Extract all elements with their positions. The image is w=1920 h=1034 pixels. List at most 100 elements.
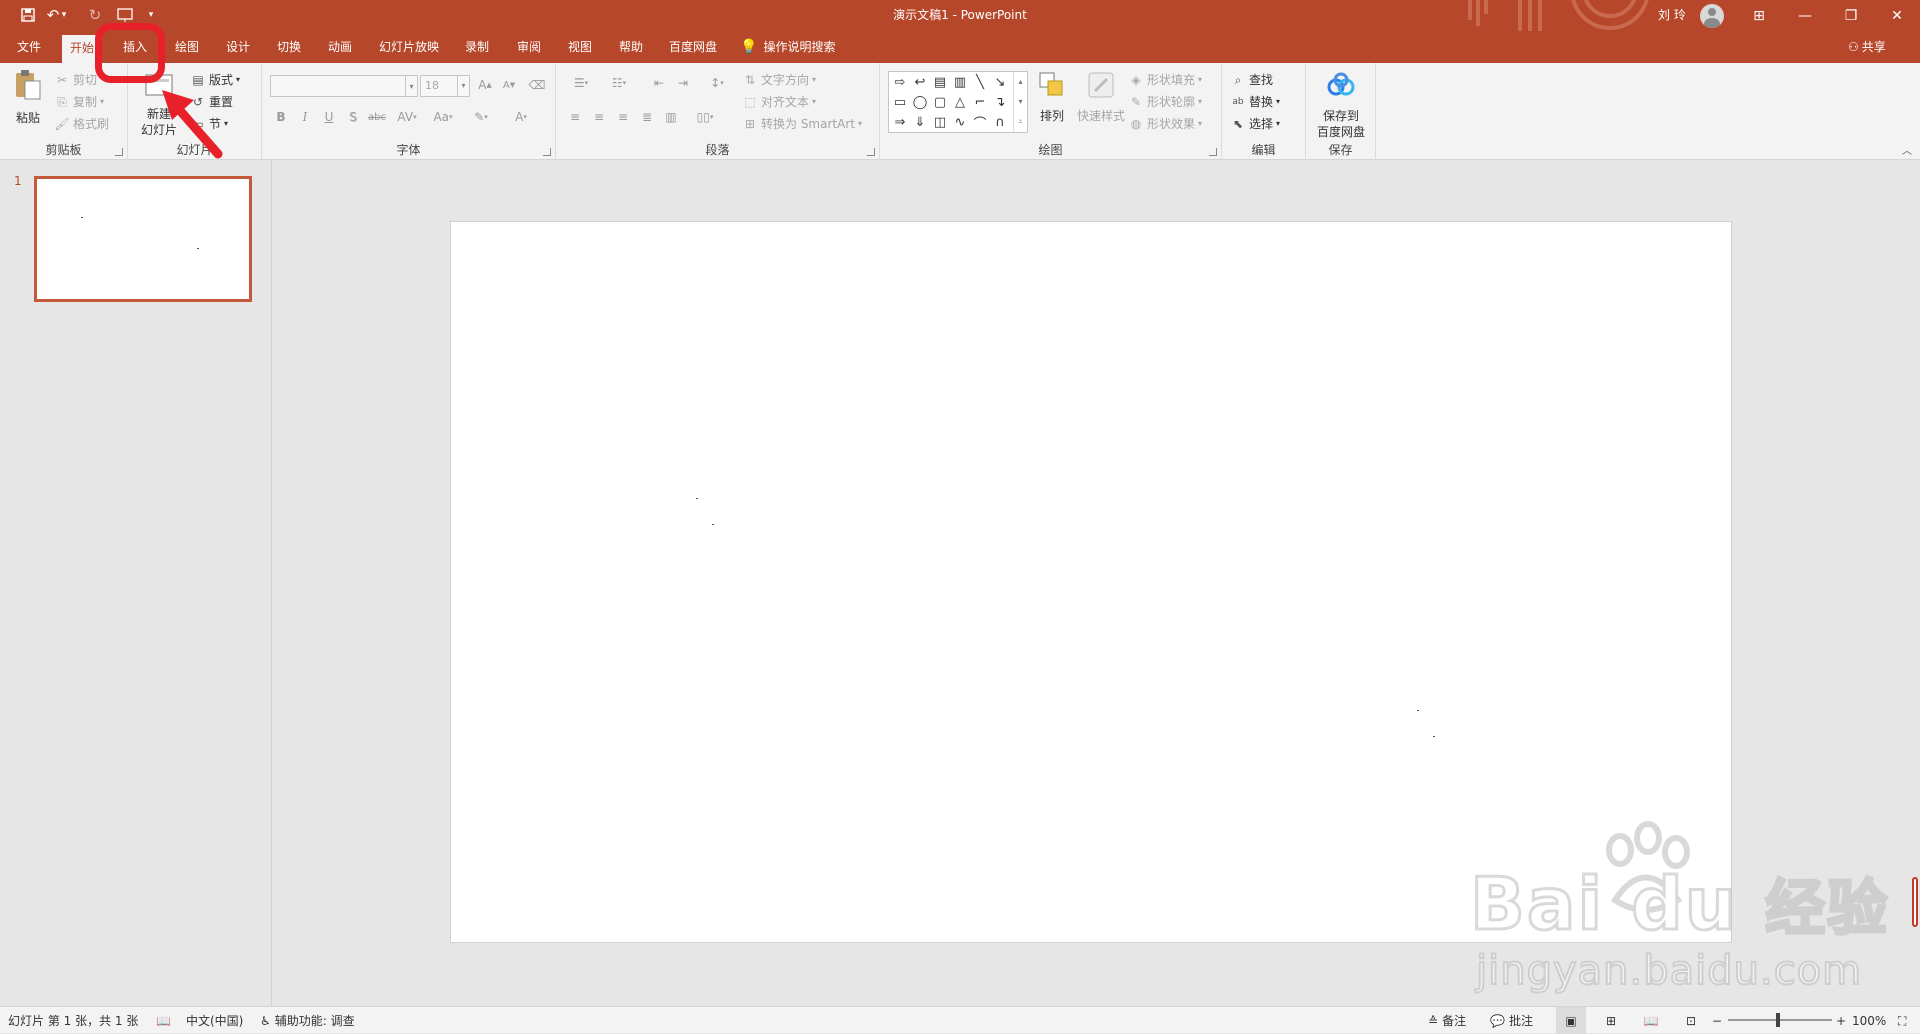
decrease-indent-button[interactable]: ⇤	[648, 73, 670, 93]
avatar[interactable]	[1700, 4, 1724, 28]
drawing-launcher[interactable]	[1209, 148, 1217, 156]
collapse-ribbon-icon[interactable]: ︿	[1902, 142, 1912, 157]
convert-smartart-button[interactable]: ⊞ 转换为 SmartArt ▾	[742, 115, 862, 132]
cut-button[interactable]: ✂ 剪切	[54, 71, 97, 88]
tab-record[interactable]: 录制	[456, 31, 498, 63]
tab-transitions[interactable]: 切换	[268, 31, 310, 63]
ribbon-display-options-button[interactable]: ⊞	[1736, 0, 1782, 31]
tab-home[interactable]: 开始	[62, 35, 102, 63]
align-center-button[interactable]: ≡	[588, 107, 610, 127]
elbow-arrow-shape-icon[interactable]: ↴	[991, 93, 1009, 111]
arrange-button[interactable]: 排列	[1032, 69, 1072, 139]
line-spacing-button[interactable]: ↕ ▾	[702, 73, 732, 93]
slideshow-button[interactable]: ⊡	[1676, 1007, 1706, 1034]
new-slide-button[interactable]: 新建 幻灯片	[136, 67, 182, 137]
zoom-level[interactable]: 100%	[1852, 1007, 1886, 1034]
align-text-button[interactable]: ⬚ 对齐文本 ▾	[742, 93, 816, 110]
zoom-slider[interactable]	[1728, 1013, 1832, 1027]
down-arrow-block-shape-icon[interactable]: ⇓	[911, 113, 929, 131]
shape-outline-button[interactable]: ✎ 形状轮廓 ▾	[1128, 93, 1202, 110]
freeform-shape-icon[interactable]: ∿	[951, 113, 969, 131]
tab-draw[interactable]: 绘图	[166, 31, 208, 63]
customize-qat-icon[interactable]: ▾	[144, 5, 158, 25]
arc-shape-icon[interactable]: ⌒	[971, 113, 989, 132]
numbering-button[interactable]: ☷ ▾	[602, 73, 636, 93]
rectangle-shape-icon[interactable]: ▭	[891, 93, 909, 111]
underline-button[interactable]: U	[318, 107, 340, 127]
notes-button[interactable]: ≙ 备注	[1428, 1007, 1466, 1034]
rounded-rect-shape-icon[interactable]: ▢	[931, 93, 949, 111]
tab-help[interactable]: 帮助	[610, 31, 652, 63]
slide-sorter-button[interactable]: ⊞	[1596, 1007, 1626, 1034]
zoom-slider-thumb[interactable]	[1776, 1013, 1780, 1027]
font-name-combo[interactable]: ▾	[270, 75, 418, 97]
close-button[interactable]: ✕	[1874, 0, 1920, 31]
normal-view-button[interactable]: ▣	[1556, 1007, 1586, 1034]
vertical-textbox-shape-icon[interactable]: ▥	[951, 73, 969, 91]
shadow-button[interactable]: S	[342, 107, 364, 127]
redo-icon[interactable]: ↻	[84, 5, 106, 25]
strikethrough-button[interactable]: abc	[366, 107, 388, 127]
tab-file[interactable]: 文件	[6, 31, 52, 63]
bullets-button[interactable]: ☰ ▾	[564, 73, 598, 93]
font-color-button[interactable]: A ▾	[506, 107, 536, 127]
clear-format-button[interactable]: ⌫	[526, 75, 548, 95]
fit-slide-button[interactable]: ⛶	[1898, 1007, 1906, 1034]
language-indicator[interactable]: 中文(中国)	[186, 1007, 243, 1034]
arrow-curve-shape-icon[interactable]: ↩	[911, 73, 929, 91]
accessibility-checker[interactable]: ♿ 辅助功能: 调查	[260, 1007, 355, 1034]
font-size-combo[interactable]: 18 ▾	[420, 75, 470, 97]
character-spacing-button[interactable]: AV ▾	[392, 107, 422, 127]
slide-canvas[interactable]	[450, 221, 1732, 943]
quick-styles-button[interactable]: 快速样式	[1076, 69, 1126, 139]
right-arrow-block-shape-icon[interactable]: ⇒	[891, 113, 909, 131]
font-launcher[interactable]	[543, 148, 551, 156]
oval-shape-icon[interactable]: ◯	[911, 93, 929, 111]
shrink-font-button[interactable]: A ▼	[498, 75, 520, 95]
save-to-baidu-button[interactable]: 保存到 百度网盘	[1310, 69, 1372, 139]
arrow-right-shape-icon[interactable]: ⇨	[891, 73, 909, 91]
shapes-gallery[interactable]: ⇨ ↩ ▤ ▥ ╲ ↘ ▭ ◯ ▢ △ ⌐ ↴ ⇒ ⇓ ◫ ∿ ⌒ ∩ ▴ ▾ ⩡	[888, 71, 1028, 133]
triangle-shape-icon[interactable]: △	[951, 93, 969, 111]
tab-review[interactable]: 审阅	[508, 31, 550, 63]
comments-button[interactable]: 💬 批注	[1490, 1007, 1533, 1034]
layout-button[interactable]: ▤ 版式 ▾	[190, 71, 240, 88]
format-painter-button[interactable]: 🖌 格式刷	[54, 115, 109, 132]
grow-font-button[interactable]: A ▲	[474, 75, 496, 95]
maximize-button[interactable]: ❐	[1828, 0, 1874, 31]
distribute-button[interactable]: ▥	[660, 107, 682, 127]
save-icon[interactable]	[17, 5, 39, 25]
tab-design[interactable]: 设计	[217, 31, 259, 63]
tab-view[interactable]: 视图	[559, 31, 601, 63]
reset-button[interactable]: ↺ 重置	[190, 93, 233, 110]
justify-button[interactable]: ≣	[636, 107, 658, 127]
reading-view-button[interactable]: 📖	[1636, 1007, 1666, 1034]
copy-button[interactable]: ⎘ 复制 ▾	[54, 93, 104, 110]
tab-insert[interactable]: 插入	[114, 31, 156, 63]
tab-slideshow[interactable]: 幻灯片放映	[372, 31, 446, 63]
undo-dropdown-icon[interactable]: ▾	[58, 5, 70, 25]
callout-shape-icon[interactable]: ◫	[931, 113, 949, 131]
align-left-button[interactable]: ≡	[564, 107, 586, 127]
spell-check-icon[interactable]: 📖	[156, 1007, 171, 1034]
change-case-button[interactable]: Aa ▾	[428, 107, 458, 127]
section-button[interactable]: ▭ 节 ▾	[190, 115, 228, 132]
share-button[interactable]: ⚇ 共享	[1848, 31, 1900, 63]
arrow-line-shape-icon[interactable]: ↘	[991, 73, 1009, 91]
find-button[interactable]: ⌕ 查找	[1230, 71, 1273, 88]
vertical-scrollbar-thumb[interactable]	[1912, 877, 1918, 927]
bold-button[interactable]: B	[270, 107, 292, 127]
minimize-button[interactable]: —	[1782, 0, 1828, 31]
zoom-out-button[interactable]: −	[1712, 1007, 1722, 1034]
tell-me-search[interactable]: 💡 操作说明搜索	[740, 31, 860, 63]
align-right-button[interactable]: ≡	[612, 107, 634, 127]
columns-button[interactable]: ▯▯ ▾	[690, 107, 720, 127]
zoom-in-button[interactable]: +	[1836, 1007, 1846, 1034]
textbox-shape-icon[interactable]: ▤	[931, 73, 949, 91]
replace-button[interactable]: ab 替换 ▾	[1230, 93, 1280, 110]
tab-animations[interactable]: 动画	[319, 31, 361, 63]
line-shape-icon[interactable]: ╲	[971, 73, 989, 91]
curve-shape-icon[interactable]: ∩	[991, 113, 1009, 131]
increase-indent-button[interactable]: ⇥	[672, 73, 694, 93]
paragraph-launcher[interactable]	[867, 148, 875, 156]
